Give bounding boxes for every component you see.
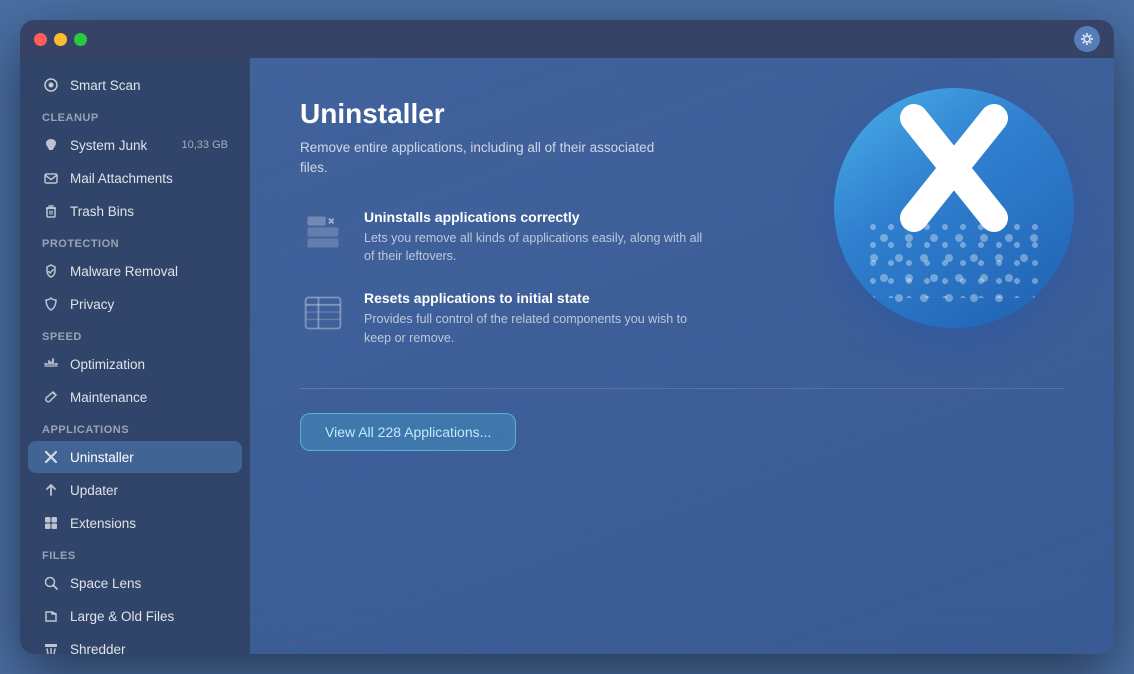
privacy-icon: [42, 295, 60, 313]
section-label-speed: Speed: [20, 321, 250, 347]
shredder-icon: [42, 640, 60, 654]
feature-title-uninstalls: Uninstalls applications correctly: [364, 209, 704, 225]
feature-desc-uninstalls: Lets you remove all kinds of application…: [364, 229, 704, 267]
section-label-files: Files: [20, 540, 250, 566]
section-label-cleanup: Cleanup: [20, 102, 250, 128]
extensions-icon: [42, 514, 60, 532]
optimization-label: Optimization: [70, 357, 145, 372]
smart-scan-icon: [42, 76, 60, 94]
main-layout: Smart Scan Cleanup System Junk 10,33 GB: [20, 58, 1114, 654]
sidebar-item-mail-attachments[interactable]: Mail Attachments: [28, 162, 242, 194]
large-old-files-icon: [42, 607, 60, 625]
feature-icon-uninstalls: [300, 209, 346, 255]
updater-icon: [42, 481, 60, 499]
space-lens-icon: [42, 574, 60, 592]
sidebar-item-system-junk[interactable]: System Junk 10,33 GB: [28, 129, 242, 161]
space-lens-label: Space Lens: [70, 576, 141, 591]
sidebar-item-trash-bins[interactable]: Trash Bins: [28, 195, 242, 227]
feature-row-uninstalls: Uninstalls applications correctly Lets y…: [300, 209, 1064, 267]
section-label-protection: Protection: [20, 228, 250, 254]
sidebar-item-optimization[interactable]: Optimization: [28, 348, 242, 380]
page-subtitle: Remove entire applications, including al…: [300, 138, 680, 179]
sidebar-item-privacy[interactable]: Privacy: [28, 288, 242, 320]
traffic-lights: [34, 33, 87, 46]
privacy-label: Privacy: [70, 297, 114, 312]
feature-row-resets: Resets applications to initial state Pro…: [300, 290, 1064, 348]
section-label-applications: Applications: [20, 414, 250, 440]
sidebar: Smart Scan Cleanup System Junk 10,33 GB: [20, 58, 250, 654]
sidebar-item-maintenance[interactable]: Maintenance: [28, 381, 242, 413]
optimization-icon: [42, 355, 60, 373]
mail-attachments-icon: [42, 169, 60, 187]
trash-bins-icon: [42, 202, 60, 220]
maintenance-icon: [42, 388, 60, 406]
sidebar-item-smart-scan[interactable]: Smart Scan: [28, 69, 242, 101]
sidebar-item-extensions[interactable]: Extensions: [28, 507, 242, 539]
feature-text-uninstalls: Uninstalls applications correctly Lets y…: [364, 209, 704, 267]
uninstaller-label: Uninstaller: [70, 450, 134, 465]
features-list: Uninstalls applications correctly Lets y…: [300, 209, 1064, 348]
updater-label: Updater: [70, 483, 118, 498]
system-junk-icon: [42, 136, 60, 154]
sidebar-item-space-lens[interactable]: Space Lens: [28, 567, 242, 599]
sidebar-item-large-old-files[interactable]: Large & Old Files: [28, 600, 242, 632]
large-old-files-label: Large & Old Files: [70, 609, 174, 624]
minimize-button[interactable]: [54, 33, 67, 46]
feature-title-resets: Resets applications to initial state: [364, 290, 704, 306]
settings-button[interactable]: [1074, 26, 1100, 52]
smart-scan-label: Smart Scan: [70, 78, 141, 93]
content-area: Uninstaller Remove entire applications, …: [250, 58, 1114, 654]
extensions-label: Extensions: [70, 516, 136, 531]
sidebar-item-malware-removal[interactable]: Malware Removal: [28, 255, 242, 287]
feature-icon-resets: [300, 290, 346, 336]
malware-removal-label: Malware Removal: [70, 264, 178, 279]
divider: [300, 388, 1064, 389]
maximize-button[interactable]: [74, 33, 87, 46]
close-button[interactable]: [34, 33, 47, 46]
app-window: Smart Scan Cleanup System Junk 10,33 GB: [20, 20, 1114, 654]
content-inner: Uninstaller Remove entire applications, …: [300, 98, 1064, 614]
view-all-apps-button[interactable]: View All 228 Applications...: [300, 413, 516, 451]
uninstaller-icon: [42, 448, 60, 466]
page-title: Uninstaller: [300, 98, 1064, 130]
title-bar: [20, 20, 1114, 58]
feature-desc-resets: Provides full control of the related com…: [364, 310, 704, 348]
malware-removal-icon: [42, 262, 60, 280]
sidebar-item-shredder[interactable]: Shredder: [28, 633, 242, 654]
system-junk-badge: 10,33 GB: [182, 139, 228, 151]
mail-attachments-label: Mail Attachments: [70, 171, 173, 186]
sidebar-item-uninstaller[interactable]: Uninstaller: [28, 441, 242, 473]
system-junk-label: System Junk: [70, 138, 147, 153]
feature-text-resets: Resets applications to initial state Pro…: [364, 290, 704, 348]
sidebar-item-updater[interactable]: Updater: [28, 474, 242, 506]
shredder-label: Shredder: [70, 642, 126, 655]
maintenance-label: Maintenance: [70, 390, 147, 405]
trash-bins-label: Trash Bins: [70, 204, 134, 219]
